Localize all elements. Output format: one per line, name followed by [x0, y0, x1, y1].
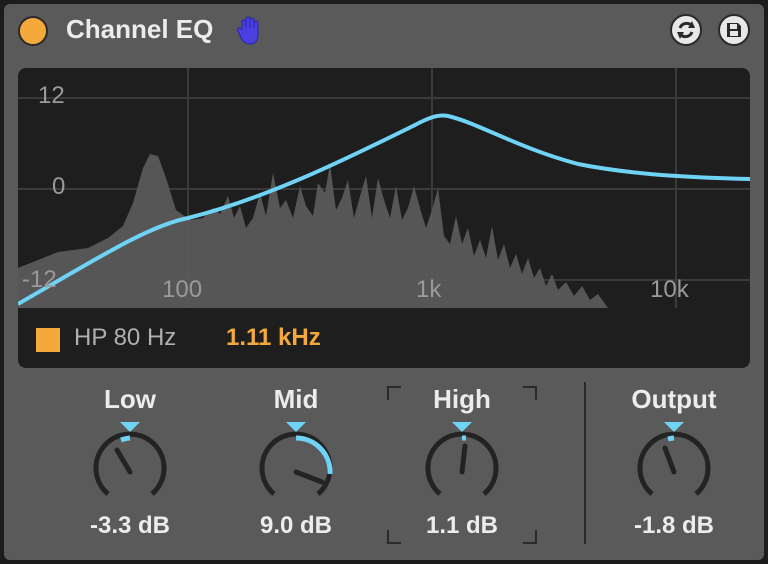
- device-power-button[interactable]: [18, 16, 48, 46]
- section-divider: [584, 382, 586, 544]
- hp-filter-label: HP 80 Hz: [74, 324, 177, 351]
- hp-filter-toggle[interactable]: [36, 328, 60, 352]
- knob-dial-high[interactable]: [412, 418, 512, 508]
- save-preset-button[interactable]: [718, 14, 750, 46]
- knob-indicator-high: [452, 422, 472, 432]
- knob-arc-mid: [295, 435, 333, 475]
- knob-pointer-mid: [293, 469, 325, 485]
- refresh-button[interactable]: [670, 14, 702, 46]
- knob-label-low: Low: [104, 384, 156, 414]
- knob-dial-output[interactable]: [624, 418, 724, 508]
- device-title: Channel EQ: [66, 14, 214, 44]
- eq-display[interactable]: 12 0 -12 100 1k 10k HP 80 Hz 1.11 kHz: [18, 68, 750, 368]
- knob-label-high: High: [433, 384, 491, 414]
- knob-pointer-high: [459, 443, 468, 475]
- y-tick-0: 0: [52, 173, 66, 200]
- frequency-readout: 1.11 kHz: [226, 324, 321, 351]
- y-tick-12: 12: [38, 82, 65, 109]
- channel-eq-device: Channel EQ 12 0 -12 100 1k 10k HP 80 Hz …: [4, 4, 764, 560]
- knob-value-high: 1.1 dB: [425, 512, 499, 539]
- knob-indicator-mid: [286, 422, 306, 432]
- hand-icon[interactable]: [236, 16, 264, 46]
- knob-value-low: -3.3 dB: [89, 512, 170, 539]
- knob-mid[interactable]: Mid 9.0 dB: [221, 384, 371, 544]
- knob-pointer-output: [662, 445, 677, 475]
- x-tick-10k: 10k: [650, 276, 689, 303]
- save-icon: [727, 23, 741, 37]
- knob-high[interactable]: High 1.1 dB: [387, 384, 537, 544]
- eq-plot[interactable]: [18, 68, 750, 308]
- knob-indicator-low: [120, 422, 140, 432]
- y-tick-minus12: -12: [22, 266, 57, 293]
- x-tick-1k: 1k: [416, 276, 442, 303]
- knob-indicator-output: [664, 422, 684, 432]
- knob-dial-mid[interactable]: [246, 418, 346, 508]
- knob-output[interactable]: Output -1.8 dB: [599, 384, 749, 544]
- knob-track-low: [93, 431, 167, 496]
- knob-label-output: Output: [631, 384, 717, 414]
- spectrum-analyzer: [18, 154, 608, 308]
- knob-dial-low[interactable]: [80, 418, 180, 508]
- knob-label-mid: Mid: [273, 384, 319, 414]
- x-tick-100: 100: [162, 276, 203, 303]
- title-bar: Channel EQ: [4, 4, 764, 56]
- knob-value-mid: 9.0 dB: [259, 512, 333, 539]
- knob-track-mid: [259, 431, 333, 496]
- knob-arc-output: [667, 435, 675, 442]
- knob-arc-low: [120, 435, 131, 443]
- knob-track-output: [637, 431, 711, 496]
- knob-pointer-low: [114, 447, 133, 475]
- knob-value-output: -1.8 dB: [633, 512, 714, 539]
- refresh-icon: [677, 21, 695, 39]
- knob-low[interactable]: Low -3.3 dB: [55, 384, 205, 544]
